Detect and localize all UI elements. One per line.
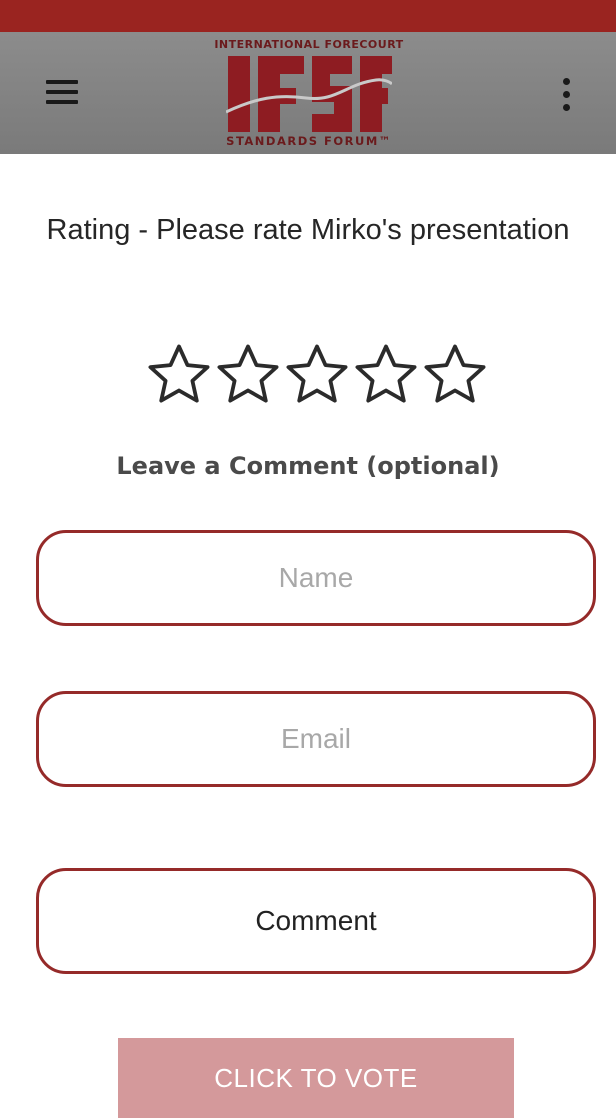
comment-heading: Leave a Comment (optional) (116, 452, 500, 480)
star-4-icon[interactable] (351, 340, 421, 410)
vote-button[interactable]: CLICK TO VOTE (118, 1038, 514, 1118)
hamburger-menu-icon[interactable] (40, 74, 86, 114)
star-5-icon[interactable] (420, 340, 490, 410)
star-3-icon[interactable] (282, 340, 352, 410)
app-header: INTERNATIONAL FORECOURT STANDARDS FORUM™ (0, 32, 616, 154)
star-1-icon[interactable] (144, 340, 214, 410)
ifsf-logo: INTERNATIONAL FORECOURT STANDARDS FORUM™ (214, 38, 404, 150)
logo-top-text: INTERNATIONAL FORECOURT (214, 38, 404, 51)
status-bar (0, 0, 616, 32)
star-2-icon[interactable] (213, 340, 283, 410)
logo-bottom-text: STANDARDS FORUM™ (226, 134, 392, 148)
name-field[interactable] (36, 530, 596, 626)
email-field[interactable] (36, 691, 596, 787)
star-rating (144, 340, 490, 412)
comment-field[interactable] (36, 868, 596, 974)
ifsf-wordmark (226, 56, 392, 132)
vertical-dots-icon[interactable] (548, 70, 584, 118)
rating-title: Rating - Please rate Mirko's presentatio… (46, 214, 570, 246)
